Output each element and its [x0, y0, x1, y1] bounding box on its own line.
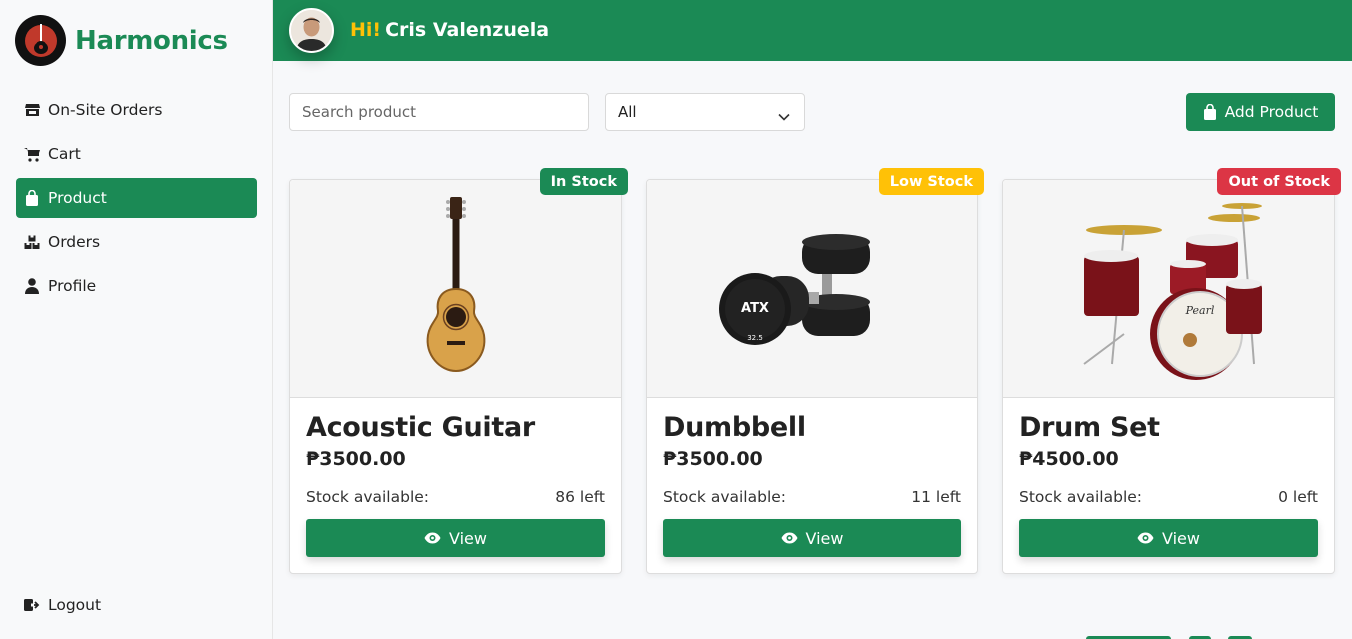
- status-badge: Low Stock: [878, 168, 984, 195]
- sidebar-item-label: Product: [48, 189, 107, 207]
- view-button[interactable]: View: [1019, 519, 1318, 557]
- eye-icon: [781, 532, 798, 544]
- greeting: Hi! Cris Valenzuela: [350, 19, 549, 41]
- stock-label: Stock available:: [306, 488, 430, 506]
- category-filter-select[interactable]: All: [605, 93, 805, 131]
- sidebar-item-cart[interactable]: Cart: [16, 134, 257, 174]
- shopping-bag-icon: [24, 190, 40, 206]
- view-button[interactable]: View: [306, 519, 605, 557]
- sidebar-item-label: Cart: [48, 145, 81, 163]
- eye-icon: [424, 532, 441, 544]
- product-price: ₱4500.00: [1019, 448, 1119, 470]
- stock-label: Stock available:: [663, 488, 787, 506]
- top-header: Hi! Cris Valenzuela: [273, 0, 1352, 61]
- product-card: In Stock Acoustic Guitar ₱3500.00 Stock …: [289, 168, 628, 574]
- product-price: ₱3500.00: [306, 448, 406, 470]
- product-name: Dumbbell: [663, 412, 806, 443]
- logout-button[interactable]: Logout: [24, 596, 101, 614]
- logout-label: Logout: [48, 596, 102, 614]
- sidebar-item-profile[interactable]: Profile: [16, 266, 257, 306]
- product-card: ATX 32.5 Low Stock Dumbbell ₱3500.00 Sto…: [646, 168, 984, 574]
- brand[interactable]: Harmonics: [15, 15, 228, 66]
- sidebar-item-label: Profile: [48, 277, 97, 295]
- product-card: Pearl Out of Stock Drum Set ₱4500.00 Sto…: [1002, 168, 1341, 574]
- sidebar-item-label: Orders: [48, 233, 101, 251]
- stock-label: Stock available:: [1019, 488, 1143, 506]
- view-label: View: [449, 528, 487, 548]
- guitar-image: [426, 196, 485, 372]
- view-label: View: [1162, 528, 1200, 548]
- boxes-icon: [24, 234, 40, 250]
- sidebar-item-on-site-orders[interactable]: On-Site Orders: [16, 90, 257, 130]
- add-product-label: Add Product: [1224, 103, 1319, 121]
- user-name: Cris Valenzuela: [385, 19, 550, 41]
- status-badge: In Stock: [539, 168, 628, 195]
- product-image: ATX 32.5: [647, 180, 977, 398]
- store-icon: [24, 102, 40, 118]
- product-image: [290, 180, 621, 398]
- greeting-hi: Hi!: [350, 19, 382, 41]
- stock-count: 11 left: [911, 488, 961, 506]
- stock-count: 86 left: [555, 488, 605, 506]
- sidebar-item-label: On-Site Orders: [48, 101, 163, 119]
- dumbbell-image: ATX 32.5: [719, 233, 870, 345]
- stock-count: 0 left: [1278, 488, 1318, 506]
- add-product-button[interactable]: Add Product: [1186, 93, 1335, 131]
- sidebar: Harmonics On-Site Orders Cart Product Or…: [0, 0, 273, 639]
- shopping-bag-icon: [1203, 104, 1217, 120]
- view-label: View: [805, 528, 844, 548]
- sidebar-item-orders[interactable]: Orders: [16, 222, 257, 262]
- search-input[interactable]: [289, 93, 589, 131]
- svg-text:ATX: ATX: [741, 301, 769, 316]
- product-name: Drum Set: [1019, 412, 1160, 443]
- product-name: Acoustic Guitar: [306, 412, 535, 443]
- cart-icon: [24, 146, 40, 162]
- avatar[interactable]: [289, 8, 334, 53]
- filter-value: All: [618, 103, 637, 121]
- status-badge: Out of Stock: [1217, 168, 1341, 195]
- svg-text:32.5: 32.5: [747, 334, 763, 342]
- drum-set-image: Pearl: [1082, 202, 1262, 380]
- stock-row: Stock available: 0 left: [1019, 488, 1318, 506]
- product-image: Pearl: [1003, 180, 1334, 398]
- guitar-logo-icon: [15, 15, 66, 66]
- product-price: ₱3500.00: [663, 448, 763, 470]
- logout-icon: [24, 597, 40, 613]
- sidebar-item-product[interactable]: Product: [16, 178, 257, 218]
- eye-icon: [1137, 532, 1154, 544]
- chevron-down-icon: [778, 107, 790, 125]
- svg-text:Pearl: Pearl: [1184, 304, 1214, 317]
- stock-row: Stock available: 86 left: [306, 488, 605, 506]
- stock-row: Stock available: 11 left: [663, 488, 961, 506]
- view-button[interactable]: View: [663, 519, 961, 557]
- brand-name: Harmonics: [75, 25, 228, 56]
- user-icon: [24, 278, 40, 294]
- sidebar-nav: On-Site Orders Cart Product Orders Profi…: [16, 90, 257, 310]
